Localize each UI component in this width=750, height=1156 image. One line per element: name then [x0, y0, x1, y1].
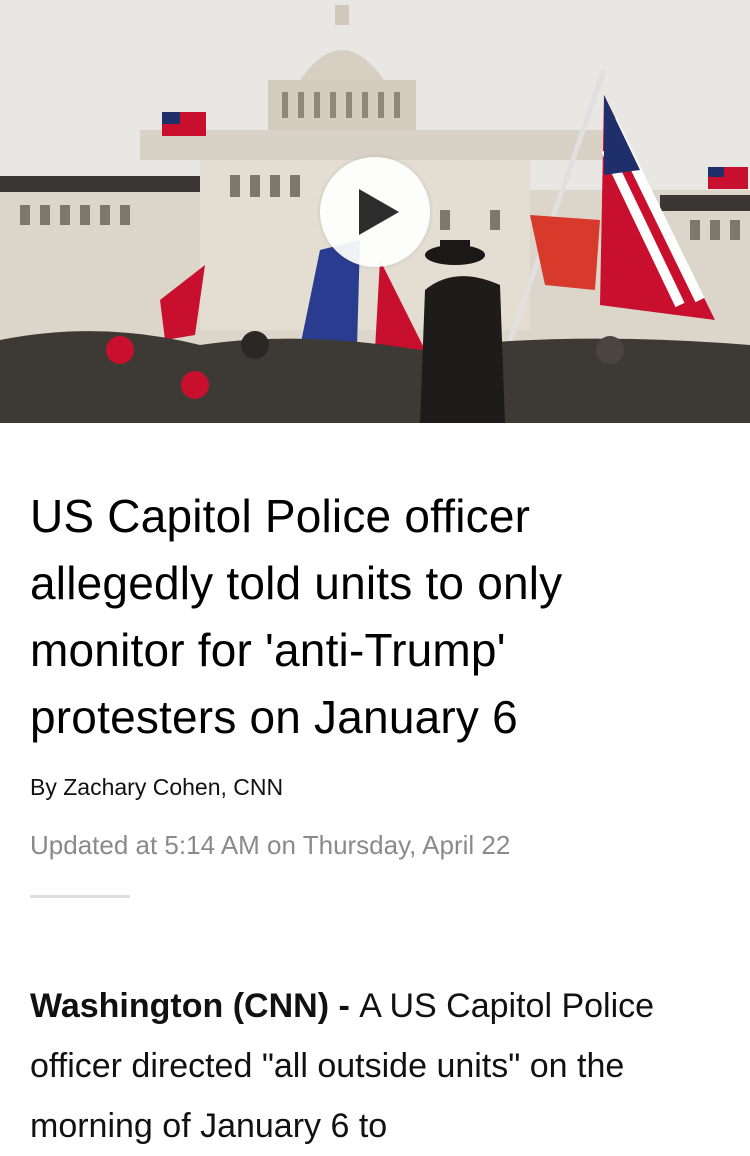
article-timestamp: Updated at 5:14 AM on Thursday, April 22: [30, 830, 511, 860]
article-body-paragraph: Washington (CNN) - A US Capitol Police o…: [30, 976, 720, 1156]
article-content: US Capitol Police officer allegedly told…: [0, 483, 750, 1156]
article-dateline: Washington (CNN) -: [30, 987, 360, 1025]
divider: [30, 895, 130, 898]
play-video-button[interactable]: [320, 157, 430, 267]
article-headline: US Capitol Police officer allegedly told…: [30, 490, 563, 743]
hero-image[interactable]: [0, 0, 750, 423]
play-icon: [359, 189, 399, 235]
article-byline[interactable]: By Zachary Cohen, CNN: [30, 773, 720, 801]
